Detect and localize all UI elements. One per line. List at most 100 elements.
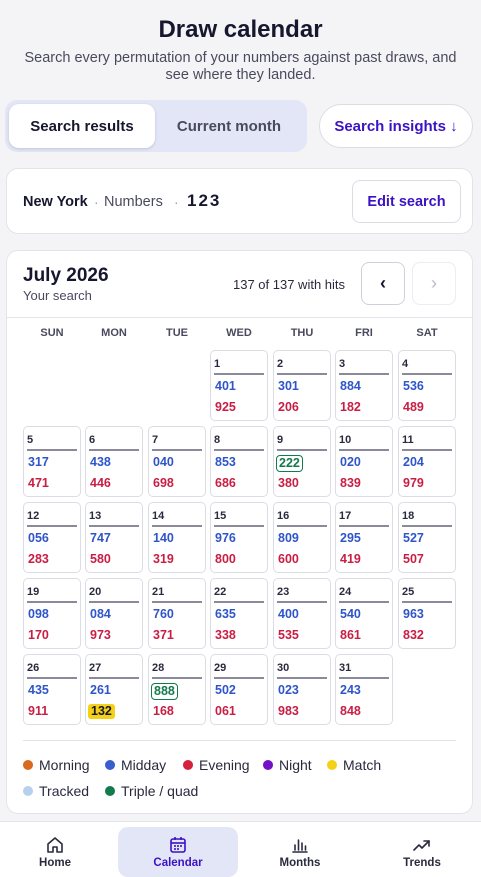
day-cell[interactable]: 17 295 419 <box>335 502 393 573</box>
midday-draw: 527 <box>403 531 424 545</box>
day-cell[interactable]: 15 976 800 <box>210 502 268 573</box>
day-cell[interactable]: 13 747 580 <box>85 502 143 573</box>
day-number: 8 <box>214 434 221 446</box>
evening-draw: 848 <box>340 704 361 718</box>
day-cell[interactable]: 5 317 471 <box>23 426 81 497</box>
tab-months[interactable]: Months <box>240 827 360 877</box>
tab-home[interactable]: Home <box>0 827 115 877</box>
day-cell[interactable]: 11 204 979 <box>398 426 456 497</box>
day-cell[interactable]: 14 140 319 <box>148 502 206 573</box>
day-cell[interactable]: 29 502 061 <box>210 654 268 725</box>
day-cell[interactable]: 12 056 283 <box>23 502 81 573</box>
day-cell[interactable]: 23 400 535 <box>273 578 331 649</box>
midday-draw: 295 <box>340 531 361 545</box>
midday-draw: 040 <box>153 455 174 469</box>
evening-draw: 061 <box>215 704 236 718</box>
day-divider <box>152 525 202 527</box>
day-divider <box>402 373 452 375</box>
day-cell[interactable]: 8 853 686 <box>210 426 268 497</box>
day-number: 3 <box>339 358 346 370</box>
current-month-tab[interactable]: Current month <box>155 104 303 148</box>
divider <box>7 317 472 318</box>
evening-draw: 283 <box>28 552 49 566</box>
day-cell[interactable]: 20 084 973 <box>85 578 143 649</box>
day-cell[interactable]: 10 020 839 <box>335 426 393 497</box>
day-cell[interactable]: 6 438 446 <box>85 426 143 497</box>
tab-trends[interactable]: Trends <box>362 827 481 877</box>
day-cell[interactable]: 31 243 848 <box>335 654 393 725</box>
day-divider <box>402 601 452 603</box>
day-number: 15 <box>214 510 227 522</box>
legend-label: Evening <box>199 757 250 773</box>
legend-dot-icon <box>23 786 33 796</box>
subtitle-line-1: Search every permutation of your numbers… <box>24 50 457 66</box>
day-number: 30 <box>277 662 290 674</box>
day-number: 11 <box>402 434 414 446</box>
tab-label: Home <box>39 856 71 869</box>
day-cell[interactable]: 26 435 911 <box>23 654 81 725</box>
day-number: 23 <box>277 586 290 598</box>
weekday-label: FRI <box>355 327 373 339</box>
day-number: 28 <box>152 662 165 674</box>
day-divider <box>152 601 202 603</box>
midday-draw: 204 <box>403 455 424 469</box>
day-cell[interactable]: 19 098 170 <box>23 578 81 649</box>
day-number: 10 <box>339 434 352 446</box>
day-divider <box>214 677 264 679</box>
day-cell[interactable]: 22 635 338 <box>210 578 268 649</box>
legend-dot-icon <box>263 760 273 770</box>
legend-label: Match <box>343 757 382 773</box>
edit-search-button[interactable]: Edit search <box>352 180 461 223</box>
day-number: 20 <box>89 586 102 598</box>
midday-draw: 536 <box>403 379 424 393</box>
day-divider <box>89 677 139 679</box>
day-cell[interactable]: 1 401 925 <box>210 350 268 421</box>
day-cell[interactable]: 24 540 861 <box>335 578 393 649</box>
evening-draw: 979 <box>403 476 424 490</box>
separator-dot: · <box>94 194 99 210</box>
day-cell[interactable]: 30 023 983 <box>273 654 331 725</box>
legend-item: Night <box>263 757 312 773</box>
day-divider <box>339 449 389 451</box>
legend-dot-icon <box>23 760 33 770</box>
day-cell[interactable]: 9 222 380 <box>273 426 331 497</box>
midday-draw: 760 <box>153 607 174 621</box>
divider <box>23 740 456 741</box>
search-insights-button[interactable]: Search insights ↓ <box>319 104 473 148</box>
search-results-tab[interactable]: Search results <box>9 104 155 148</box>
legend-label: Tracked <box>39 783 90 799</box>
midday-draw: 056 <box>28 531 49 545</box>
day-cell[interactable]: 25 963 832 <box>398 578 456 649</box>
evening-draw: 419 <box>340 552 361 566</box>
evening-draw: 911 <box>28 704 49 718</box>
calendar-subtitle: Your search <box>23 288 92 303</box>
day-cell[interactable]: 21 760 371 <box>148 578 206 649</box>
day-cell[interactable]: 3 884 182 <box>335 350 393 421</box>
day-cell[interactable]: 28 888 168 <box>148 654 206 725</box>
midday-draw: 435 <box>28 683 49 697</box>
day-divider <box>402 449 452 451</box>
tab-calendar[interactable]: Calendar <box>118 827 238 877</box>
day-cell[interactable]: 27 261 132 <box>85 654 143 725</box>
day-cell[interactable]: 16 809 600 <box>273 502 331 573</box>
day-cell[interactable]: 4 536 489 <box>398 350 456 421</box>
day-divider <box>277 525 327 527</box>
midday-draw: 400 <box>278 607 299 621</box>
day-divider <box>339 677 389 679</box>
month-title: July 2026 <box>23 265 109 286</box>
midday-draw: 301 <box>278 379 299 393</box>
midday-draw: 098 <box>28 607 49 621</box>
day-cell[interactable]: 2 301 206 <box>273 350 331 421</box>
prev-month-button[interactable]: ‹ <box>361 262 405 305</box>
next-month-button[interactable]: › <box>412 262 456 305</box>
midday-draw: 884 <box>340 379 361 393</box>
evening-draw: 861 <box>340 628 361 642</box>
day-divider <box>89 601 139 603</box>
day-cell[interactable]: 18 527 507 <box>398 502 456 573</box>
evening-draw: 800 <box>215 552 236 566</box>
legend-item: Tracked <box>23 783 89 799</box>
day-cell[interactable]: 7 040 698 <box>148 426 206 497</box>
legend-label: Midday <box>121 757 167 773</box>
day-divider <box>27 677 77 679</box>
midday-draw: 853 <box>215 455 236 469</box>
